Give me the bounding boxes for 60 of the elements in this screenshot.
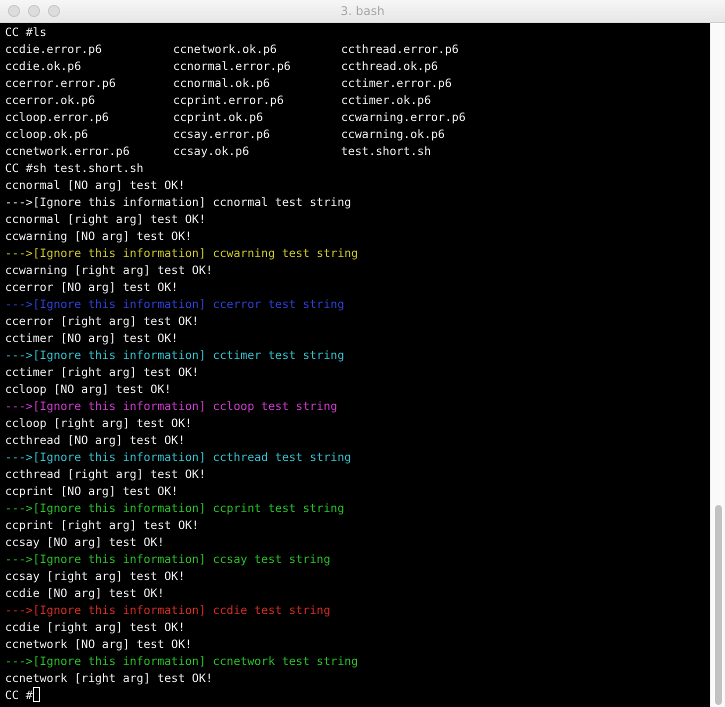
output-line: ccthread [NO arg] test OK!: [5, 433, 186, 447]
output-line: ccthread [right arg] test OK!: [5, 467, 206, 481]
output-line: --->[Ignore this information] ccnormal test string: [5, 195, 352, 209]
file-name: ccprint.ok.p6: [173, 109, 264, 126]
file-name: ccnormal.ok.p6: [173, 75, 271, 92]
file-name: ccdie.ok.p6: [5, 58, 82, 75]
zoom-button[interactable]: [48, 5, 60, 17]
close-button[interactable]: [8, 5, 20, 17]
file-name: ccnetwork.error.p6: [5, 143, 131, 160]
file-name: ccwarning.error.p6: [341, 109, 467, 126]
text-cursor: [32, 687, 40, 702]
output-line: ccnetwork [NO arg] test OK!: [5, 637, 192, 651]
output-line: --->[Ignore this information] ccsay test string: [5, 552, 330, 566]
output-line: ccsay [right arg] test OK!: [5, 569, 186, 583]
file-name: ccprint.error.p6: [173, 92, 285, 109]
file-name: ccdie.error.p6: [5, 41, 103, 58]
output-line: ccerror [right arg] test OK!: [5, 314, 199, 328]
output-line: --->[Ignore this information] ccdie test string: [5, 603, 330, 617]
file-name: ccloop.error.p6: [5, 109, 110, 126]
scrollbar-thumb[interactable]: [715, 505, 722, 705]
output-line: ccnetwork [right arg] test OK!: [5, 671, 213, 685]
file-name: ccsay.ok.p6: [173, 143, 250, 160]
output-line: ccerror [NO arg] test OK!: [5, 280, 178, 294]
file-name: ccnetwork.ok.p6: [173, 41, 278, 58]
output-line: ccloop [right arg] test OK!: [5, 416, 192, 430]
file-name: cctimer.ok.p6: [341, 92, 432, 109]
output-line: ccprint [NO arg] test OK!: [5, 484, 178, 498]
output-line: ccloop [NO arg] test OK!: [5, 382, 172, 396]
output-line: ccdie [NO arg] test OK!: [5, 586, 164, 600]
file-name: ccerror.ok.p6: [5, 92, 96, 109]
file-name: ccthread.ok.p6: [341, 58, 439, 75]
output-line: ccsay [NO arg] test OK!: [5, 535, 164, 549]
file-name: ccthread.error.p6: [341, 41, 460, 58]
file-name: ccnormal.error.p6: [173, 58, 292, 75]
output-line: CC #sh test.short.sh: [5, 161, 144, 175]
output-line: ccwarning [NO arg] test OK!: [5, 229, 192, 243]
output-line: --->[Ignore this information] ccthread test string: [5, 450, 352, 464]
file-name: ccwarning.ok.p6: [341, 126, 446, 143]
prompt: CC #: [5, 688, 33, 702]
minimize-button[interactable]: [28, 5, 40, 17]
output-line: cctimer [right arg] test OK!: [5, 365, 199, 379]
output-line: cctimer [NO arg] test OK!: [5, 331, 178, 345]
output-line: --->[Ignore this information] ccloop test string: [5, 399, 338, 413]
output-line: ccnormal [NO arg] test OK!: [5, 178, 186, 192]
output-line: CC #ls: [5, 25, 47, 39]
file-name: ccloop.ok.p6: [5, 126, 90, 143]
file-name: test.short.sh: [341, 143, 432, 160]
output-line: ccdie [right arg] test OK!: [5, 620, 186, 634]
file-name: ccsay.error.p6: [173, 126, 271, 143]
output-line: --->[Ignore this information] cctimer test string: [5, 348, 344, 362]
output-line: --->[Ignore this information] ccerror test string: [5, 297, 344, 311]
output-line: --->[Ignore this information] ccnetwork test string: [5, 654, 358, 668]
window-title: 3. bash: [340, 4, 385, 18]
output-line: ccnormal [right arg] test OK!: [5, 212, 206, 226]
output-line: ccprint [right arg] test OK!: [5, 518, 199, 532]
output-line: --->[Ignore this information] ccwarning test string: [5, 246, 358, 260]
output-line: ccwarning [right arg] test OK!: [5, 263, 213, 277]
file-name: ccerror.error.p6: [5, 75, 117, 92]
file-name: cctimer.error.p6: [341, 75, 453, 92]
output-line: --->[Ignore this information] ccprint test string: [5, 501, 344, 515]
